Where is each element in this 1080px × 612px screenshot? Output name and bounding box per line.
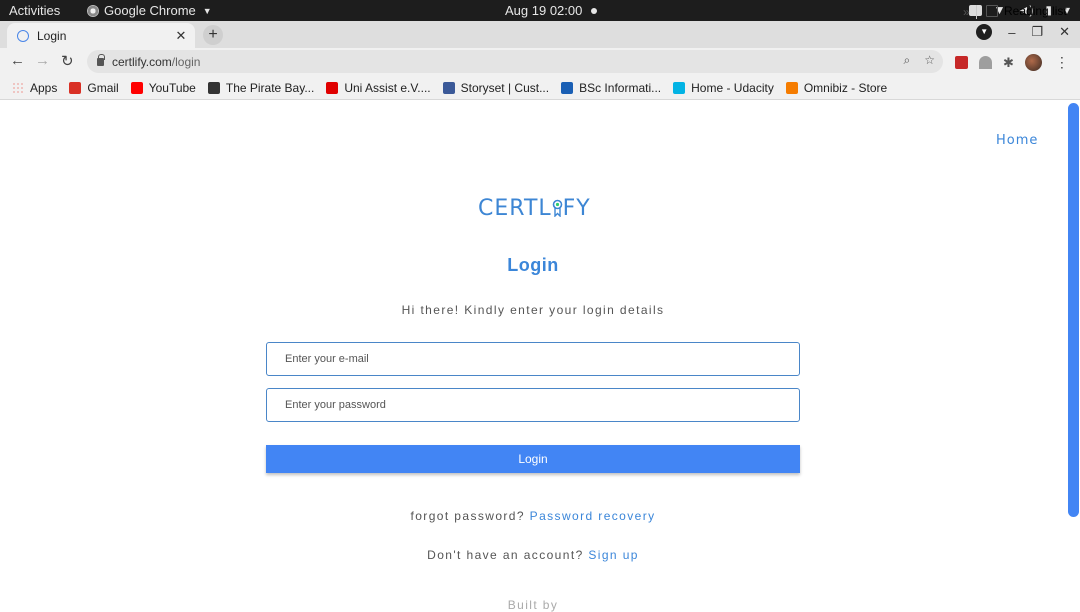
bookmark-item[interactable]: BSc Informati... [561, 81, 661, 95]
address-bar[interactable]: certlify.com/login ⌕ ☆ [87, 50, 943, 73]
browser-toolbar: ← → ↻ certlify.com/login ⌕ ☆ ✱ ⋮ [0, 48, 1080, 76]
app-menu[interactable]: Google Chrome ▼ [87, 3, 212, 18]
page-content: Home CERTL FY Login Hi there! Kindly ente… [0, 101, 1080, 612]
bookmark-item[interactable]: Omnibiz - Store [785, 80, 888, 95]
bookmark-label: Home - Udacity [691, 80, 774, 95]
signup-link[interactable]: Sign up [588, 548, 639, 562]
bookmark-label: BSc Informati... [579, 80, 662, 95]
system-top-bar: Activities Google Chrome ▼ Aug 19 02:00 … [0, 0, 1080, 21]
logo-text-left: CERTL [478, 196, 552, 221]
reload-icon[interactable]: ↻ [61, 52, 74, 70]
password-recovery-link[interactable]: Password recovery [530, 509, 656, 523]
bookmark-label: Omnibiz - Store [803, 80, 888, 95]
more-bookmarks-icon[interactable]: » [963, 5, 970, 19]
bookmark-item[interactable]: Storyset | Cust... [442, 80, 550, 95]
gmail-icon [69, 81, 82, 94]
close-window-icon[interactable]: ✕ [1059, 24, 1070, 40]
certlify-favicon-icon [17, 29, 29, 42]
email-input[interactable] [266, 342, 800, 376]
window-controls: ▼ – ❐ ✕ [976, 24, 1070, 40]
clock[interactable]: Aug 19 02:00 [505, 3, 598, 18]
new-tab-button[interactable]: + [203, 25, 223, 45]
apps-grid-icon [12, 81, 24, 94]
bookmark-item[interactable]: Gmail [69, 80, 119, 95]
reading-list-icon [986, 5, 998, 17]
bookmark-item[interactable]: The Pirate Bay... [207, 80, 315, 95]
bookmarks-bar: Apps Gmail YouTube The Pirate Bay... Uni Ass… [0, 76, 1080, 100]
menu-kebab-icon[interactable]: ⋮ [1055, 54, 1069, 71]
back-icon[interactable]: ← [10, 52, 25, 69]
bookmark-label: Gmail [87, 80, 119, 95]
d-icon [561, 81, 574, 94]
page-scrollbar[interactable] [1068, 103, 1079, 517]
bookmark-label: The Pirate Bay... [225, 80, 315, 95]
url-host: certlify.com [112, 54, 172, 69]
extension-red-book-icon[interactable] [955, 56, 968, 69]
signup-row: Don't have an account? Sign up [0, 548, 1066, 562]
lock-icon [97, 53, 105, 66]
certlify-logo: CERTL FY [478, 196, 591, 221]
tab-login[interactable]: Login ✕ [7, 23, 195, 48]
bookmark-item[interactable]: Apps [12, 81, 57, 95]
bookmark-star-icon[interactable]: ☆ [924, 53, 935, 68]
tab-title: Login [37, 28, 67, 43]
signup-text: Don't have an account? [427, 548, 584, 562]
bookmark-label: Uni Assist e.V.... [344, 80, 431, 95]
password-input[interactable] [266, 388, 800, 422]
extensions-area: ✱ ⋮ [955, 54, 1069, 71]
udacity-icon [673, 81, 686, 94]
app-name: Google Chrome [104, 3, 196, 18]
close-tab-icon[interactable]: ✕ [173, 28, 189, 44]
bookmark-label: YouTube [148, 80, 196, 95]
uni-assist-icon [326, 81, 339, 94]
extensions-puzzle-icon[interactable]: ✱ [1003, 55, 1014, 71]
notification-dot-icon [591, 7, 598, 14]
forgot-password-row: forgot password? Password recovery [0, 509, 1066, 523]
built-by-text: Built by [507, 598, 559, 612]
bookmark-item[interactable]: Home - Udacity [673, 81, 774, 95]
forgot-password-text: forgot password? [410, 509, 525, 523]
pirate-bay-icon [207, 81, 220, 94]
chrome-icon [87, 4, 99, 17]
activities-button[interactable]: Activities [9, 3, 60, 18]
home-link[interactable]: Home [996, 133, 1038, 148]
medal-icon [552, 199, 562, 217]
omnibiz-icon [785, 81, 798, 94]
forward-icon[interactable]: → [35, 52, 50, 69]
logo-text-right: FY [562, 196, 591, 221]
zoom-icon[interactable]: ⌕ [904, 53, 911, 68]
youtube-icon [130, 81, 143, 94]
login-subtitle: Hi there! Kindly enter your login detail… [401, 303, 665, 317]
tab-strip: Login ✕ + ▼ – ❐ ✕ [0, 21, 1080, 48]
page-title: Login [507, 255, 559, 275]
bookmark-label: Apps [30, 80, 58, 95]
reading-list-button[interactable]: Reading list [986, 4, 1067, 18]
restore-icon[interactable]: ❐ [1031, 24, 1043, 40]
bookmark-item[interactable]: YouTube [130, 80, 196, 95]
url-path: /login [171, 54, 201, 69]
extension-v-icon[interactable] [979, 56, 992, 69]
bookmarks-divider [976, 5, 977, 19]
minimize-icon[interactable]: – [1008, 25, 1015, 40]
profile-dropdown-icon[interactable]: ▼ [976, 24, 993, 40]
reading-list-label: Reading list [1004, 4, 1067, 18]
storyset-icon [442, 81, 455, 94]
profile-avatar[interactable] [1024, 54, 1042, 71]
login-button[interactable]: Login [266, 445, 800, 473]
clock-text: Aug 19 02:00 [505, 3, 583, 18]
bookmark-item[interactable]: Uni Assist e.V.... [326, 80, 431, 95]
bookmark-label: Storyset | Cust... [460, 80, 550, 95]
caret-down-icon: ▼ [202, 5, 212, 16]
